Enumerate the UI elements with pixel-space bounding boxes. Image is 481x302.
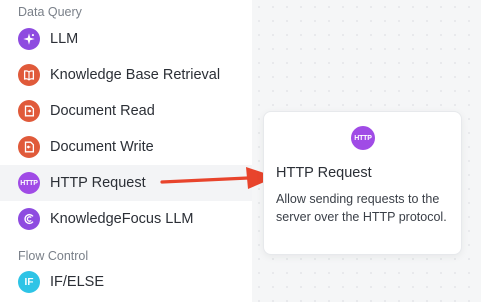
http-icon: HTTP	[18, 172, 40, 194]
node-tooltip: HTTP HTTP Request Allow sending requests…	[263, 111, 462, 255]
if-else-icon: IF	[18, 271, 40, 293]
sidebar-item-label: Document Read	[50, 103, 155, 119]
sidebar-item-label: IF/ELSE	[50, 274, 104, 290]
document-write-icon	[18, 136, 40, 158]
sidebar-item-knowledgefocus-llm[interactable]: KnowledgeFocus LLM	[0, 201, 252, 237]
sidebar-item-label: HTTP Request	[50, 175, 146, 191]
sidebar-item-document-write[interactable]: Document Write	[0, 129, 252, 165]
tooltip-icon-text: HTTP	[354, 134, 372, 142]
tooltip-title: HTTP Request	[276, 165, 372, 181]
pointer-arrow	[160, 167, 276, 189]
sidebar-item-if-else[interactable]: IF IF/ELSE	[0, 264, 252, 300]
knowledge-focus-icon	[18, 208, 40, 230]
node-sidebar: Data Query LLM Knowledge Base Retrieval …	[0, 0, 252, 302]
sidebar-item-label: KnowledgeFocus LLM	[50, 211, 194, 227]
section-title-flow-control: Flow Control	[18, 249, 89, 263]
sidebar-item-document-read[interactable]: Document Read	[0, 93, 252, 129]
sidebar-item-label: Document Write	[50, 139, 154, 155]
sidebar-item-knowledge-base-retrieval[interactable]: Knowledge Base Retrieval	[0, 57, 252, 93]
sidebar-item-label: LLM	[50, 31, 79, 47]
sidebar-item-llm[interactable]: LLM	[0, 21, 252, 57]
book-icon	[18, 64, 40, 86]
section-title-data-query: Data Query	[18, 5, 82, 19]
http-icon-text: HTTP	[20, 179, 38, 187]
document-read-icon	[18, 100, 40, 122]
tooltip-description: Allow sending requests to the server ove…	[276, 192, 447, 224]
sparkle-icon	[18, 28, 40, 50]
if-else-icon-text: IF	[24, 276, 34, 288]
sidebar-item-label: Knowledge Base Retrieval	[50, 67, 221, 83]
http-icon: HTTP	[351, 126, 375, 150]
